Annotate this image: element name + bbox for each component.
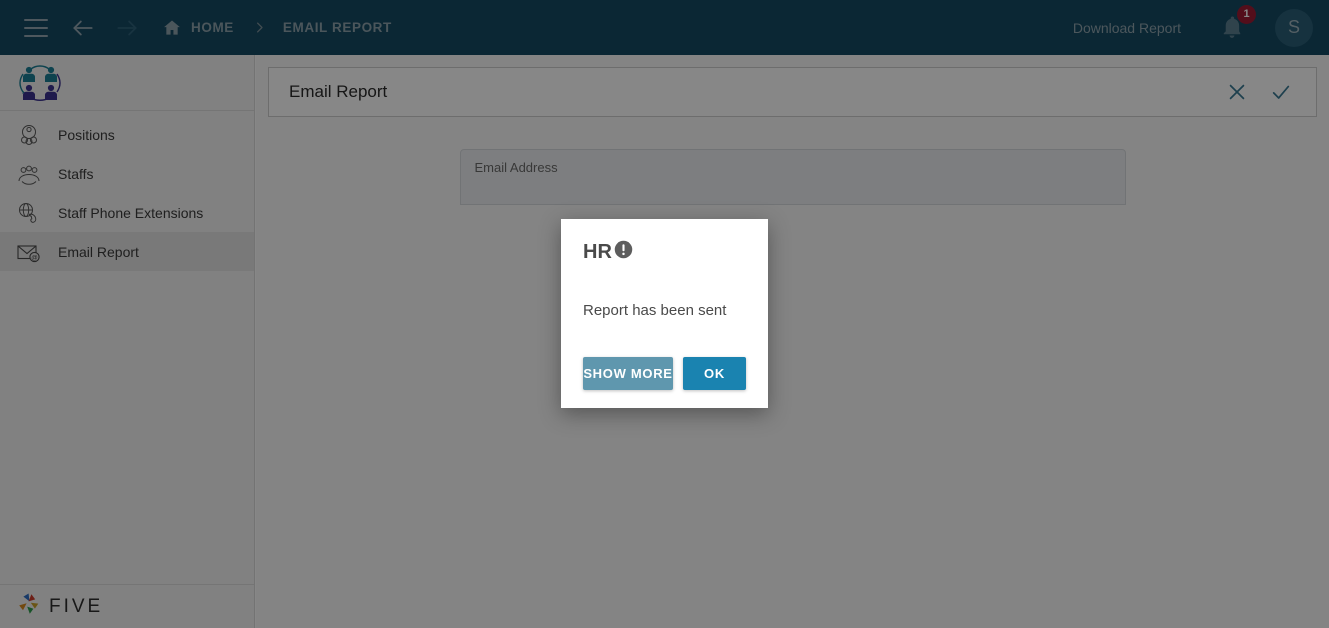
dialog-title-row: HR (583, 239, 746, 266)
show-more-button[interactable]: SHOW MORE (583, 357, 673, 390)
info-exclamation-icon (613, 239, 634, 266)
app-root: HOME EMAIL REPORT Download Report 1 S (0, 0, 1329, 628)
hr-notification-dialog: HR Report has been sent SHOW MORE OK (561, 219, 768, 408)
ok-button[interactable]: OK (683, 357, 746, 390)
dialog-title: HR (583, 241, 612, 264)
dialog-actions: SHOW MORE OK (583, 357, 746, 390)
dialog-message: Report has been sent (583, 302, 746, 319)
